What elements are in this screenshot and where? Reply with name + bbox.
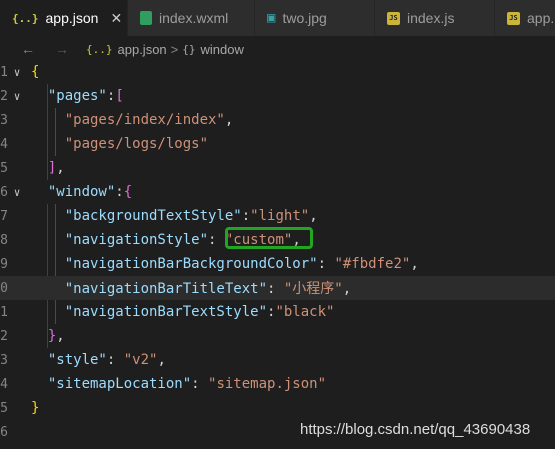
js-file-icon: JS — [387, 11, 400, 25]
comma: , — [342, 281, 352, 297]
json-key: "navigationBarTitleText" — [64, 281, 268, 297]
json-key: "style" — [47, 352, 107, 368]
json-key: "navigationBarTextStyle" — [64, 304, 268, 320]
image-file-icon: ▣ — [267, 10, 276, 26]
tab-index-wxml[interactable]: index.wxml — [128, 0, 255, 36]
json-string: "pages/logs/logs" — [64, 136, 209, 152]
wxml-file-icon — [140, 11, 152, 25]
breadcrumb: ← → {..} app.json > {} window — [0, 36, 555, 62]
comma: , — [56, 328, 65, 344]
breadcrumb-symbol[interactable]: window — [201, 42, 244, 57]
line-number: 6 — [0, 424, 8, 440]
comma: , — [56, 160, 65, 176]
json-key: "navigationBarBackgroundColor" — [64, 256, 318, 272]
watermark: https://blog.csdn.net/qq_43690438 — [300, 421, 531, 438]
json-string: "light" — [250, 208, 310, 224]
line-number: 9 — [0, 256, 8, 272]
code-line: 5 } — [0, 396, 555, 420]
json-string: "#fbdfe2" — [334, 256, 411, 272]
json-braces-icon: {..} — [86, 42, 113, 56]
js-file-icon: JS — [507, 11, 520, 25]
code-line: 3 "style": "v2", — [0, 348, 555, 372]
code-line: 3 "pages/index/index", — [0, 108, 555, 132]
json-string: "sitemap.json" — [208, 376, 327, 392]
fold-chevron-icon[interactable]: ∨ — [10, 186, 24, 199]
colon: : — [106, 352, 124, 368]
tab-label: app. — [527, 10, 555, 26]
code-line: 9 "navigationBarBackgroundColor": "#fbdf… — [0, 252, 555, 276]
line-number: 3 — [0, 352, 8, 368]
code-line: 1 "navigationBarTextStyle":"black" — [0, 300, 555, 324]
line-number: 5 — [0, 160, 8, 176]
bracket: [ — [115, 88, 124, 104]
colon: : — [115, 184, 124, 200]
line-number: 8 — [0, 232, 8, 248]
colon: : — [267, 281, 284, 297]
tab-label: two.jpg — [282, 10, 327, 26]
line-number: 2 — [0, 88, 8, 104]
json-key: "pages" — [47, 88, 107, 104]
comma: , — [224, 112, 234, 128]
chevron-right-icon: > — [170, 41, 179, 57]
code-line: 1 ∨ { — [0, 60, 555, 84]
line-number: 3 — [0, 112, 8, 128]
json-string: "v2" — [123, 352, 158, 368]
code-line: 2 ∨ "pages":[ — [0, 84, 555, 108]
json-key: "sitemapLocation" — [47, 376, 192, 392]
code-editor[interactable]: 1 ∨ { 2 ∨ "pages":[ 3 "pages/index/index… — [0, 60, 555, 449]
code-line: 5 ], — [0, 156, 555, 180]
brace: { — [31, 64, 40, 80]
code-line: 7 "backgroundTextStyle":"light", — [0, 204, 555, 228]
colon: : — [191, 376, 209, 392]
line-number: 6 — [0, 184, 8, 200]
code-line-current: 0 "navigationBarTitleText": "小程序", — [0, 276, 555, 300]
back-arrow-icon[interactable]: ← — [18, 41, 38, 57]
tab-label: index.wxml — [159, 10, 229, 26]
highlight-box — [225, 227, 313, 249]
json-key: "navigationStyle" — [64, 232, 209, 248]
line-number: 0 — [0, 280, 8, 296]
forward-arrow-icon[interactable]: → — [52, 41, 72, 57]
brace: { — [123, 184, 133, 200]
close-icon[interactable]: ✕ — [110, 10, 122, 27]
comma: , — [157, 352, 166, 368]
tab-app-json[interactable]: {..} app.json ✕ — [0, 0, 128, 36]
json-key: "window" — [47, 184, 116, 200]
line-number: 2 — [0, 328, 8, 344]
line-number: 4 — [0, 376, 8, 392]
json-string: "pages/index/index" — [64, 112, 225, 128]
json-key: "backgroundTextStyle" — [64, 208, 242, 224]
line-number: 1 — [0, 64, 8, 80]
colon: : — [208, 232, 225, 248]
tab-app-js[interactable]: JS app. — [495, 0, 555, 36]
fold-chevron-icon[interactable]: ∨ — [10, 90, 24, 103]
comma: , — [410, 256, 419, 272]
code-line: 4 "sitemapLocation": "sitemap.json" — [0, 372, 555, 396]
json-string: "black" — [275, 304, 335, 320]
line-number: 4 — [0, 136, 8, 152]
json-string: "小程序" — [283, 281, 343, 297]
line-number: 1 — [0, 304, 8, 320]
tab-label: index.js — [407, 10, 455, 26]
colon: : — [317, 256, 335, 272]
brace: } — [31, 400, 40, 416]
tab-index-js[interactable]: JS index.js — [375, 0, 495, 36]
breadcrumb-file[interactable]: app.json — [118, 42, 167, 57]
tab-label: app.json — [45, 10, 99, 26]
tab-two-jpg[interactable]: ▣ two.jpg — [255, 0, 375, 36]
fold-chevron-icon[interactable]: ∨ — [10, 66, 24, 79]
object-braces-icon: {} — [182, 42, 196, 56]
line-number: 7 — [0, 208, 8, 224]
colon: : — [241, 208, 251, 224]
editor-tab-bar: {..} app.json ✕ index.wxml ▣ two.jpg JS … — [0, 0, 555, 36]
code-line: 4 "pages/logs/logs" — [0, 132, 555, 156]
code-line: 2 }, — [0, 324, 555, 348]
comma: , — [309, 208, 318, 224]
line-number: 5 — [0, 400, 8, 416]
code-line: 6 ∨ "window":{ — [0, 180, 555, 204]
json-braces-icon: {..} — [12, 11, 39, 25]
